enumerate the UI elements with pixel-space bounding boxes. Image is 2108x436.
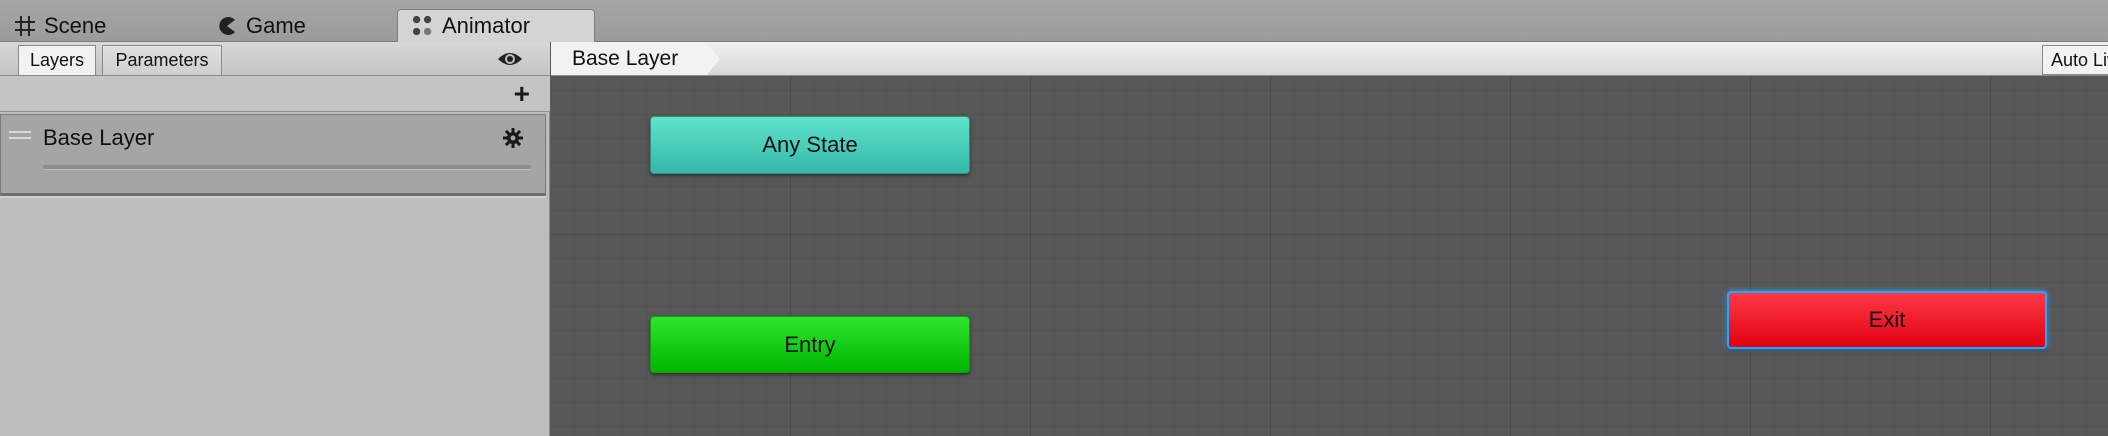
layer-name: Base Layer (43, 125, 155, 150)
animator-icon (412, 15, 434, 37)
pacman-icon (216, 15, 238, 37)
breadcrumb-base-layer[interactable]: Base Layer (551, 42, 721, 76)
tab-game[interactable]: Game (216, 9, 306, 42)
panel-tabs: Layers Parameters (0, 42, 550, 76)
grid-icon (14, 15, 36, 37)
entry-node[interactable]: Entry (650, 316, 970, 373)
tab-scene[interactable]: Scene (14, 9, 106, 42)
tab-layers[interactable]: Layers (18, 45, 96, 75)
layers-panel: Layers Parameters + Base Layer (0, 42, 550, 436)
auto-live-link-label: Auto Live Link (2051, 49, 2108, 70)
drag-handle-icon[interactable] (9, 131, 31, 139)
tab-scene-label: Scene (44, 12, 107, 38)
exit-label: Exit (1868, 307, 1906, 332)
tab-game-label: Game (246, 12, 306, 38)
tab-animator-label: Animator (442, 13, 531, 38)
tab-animator[interactable]: Animator (397, 9, 595, 42)
tab-layers-label: Layers (29, 50, 85, 70)
state-machine-graph[interactable] (551, 42, 2108, 436)
add-layer-button[interactable]: + (514, 80, 530, 108)
any-state-node[interactable]: Any State (650, 116, 970, 174)
gear-icon[interactable] (503, 128, 523, 148)
auto-live-link-toggle[interactable]: Auto Live Link (2042, 45, 2108, 75)
layer-item-base-layer[interactable]: Base Layer (0, 114, 546, 196)
exit-node[interactable]: Exit (1727, 291, 2047, 349)
breadcrumb-bar: Base Layer Auto Live Link (551, 42, 2108, 76)
window-tab-bar: Scene Game Animator (0, 0, 2108, 42)
breadcrumb-label: Base Layer (572, 46, 679, 70)
any-state-label: Any State (762, 132, 858, 157)
eye-icon[interactable] (496, 49, 524, 69)
layer-weight-slider[interactable] (43, 165, 531, 169)
tab-parameters-label: Parameters (115, 50, 209, 70)
tab-parameters[interactable]: Parameters (102, 45, 222, 75)
entry-label: Entry (784, 331, 836, 357)
layer-toolbar: + (0, 76, 550, 112)
